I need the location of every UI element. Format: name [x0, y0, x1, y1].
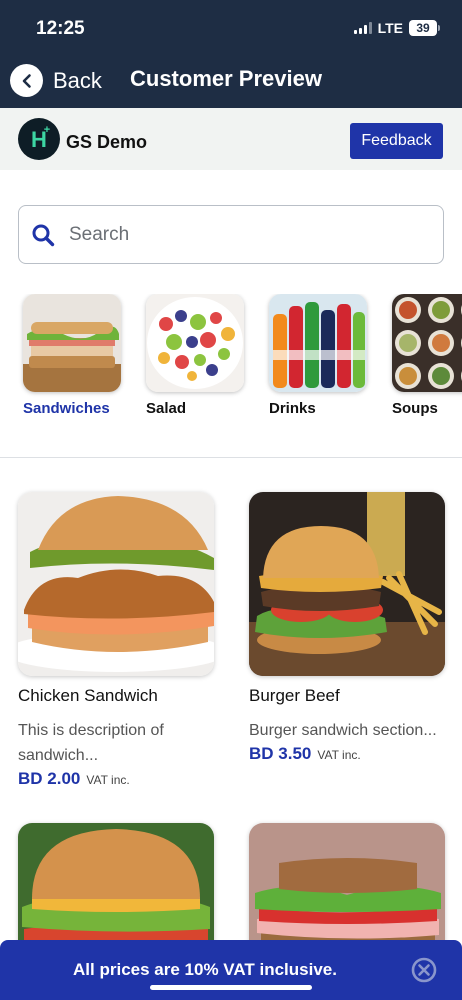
brand-logo-icon: H +	[18, 118, 60, 160]
sandwich-thumbnail	[23, 294, 121, 392]
chevron-left-icon	[10, 64, 43, 97]
search-box[interactable]	[18, 205, 444, 264]
signal-icon	[353, 22, 372, 34]
product-name: Chicken Sandwich	[18, 686, 158, 705]
drinks-thumbnail	[269, 294, 367, 392]
brand-name: GS Demo	[66, 132, 148, 152]
chicken-sandwich-photo	[18, 492, 214, 676]
category-sandwiches[interactable]: Sandwiches	[23, 294, 123, 417]
brand-bar: H + GS Demo Feedback	[0, 108, 462, 170]
page-title: Customer Preview	[130, 66, 322, 91]
product-card-chicken-sandwich[interactable]: Chicken Sandwich This is description of …	[18, 492, 214, 789]
category-label: Drinks	[269, 400, 316, 417]
category-soups[interactable]: Soups	[392, 294, 462, 417]
vat-banner: All prices are 10% VAT inclusive.	[0, 940, 462, 1000]
back-label: Back	[53, 67, 102, 93]
top-header: 12:25 LTE 39 Back Customer Preview	[0, 0, 462, 108]
category-label: Sandwiches	[23, 400, 110, 417]
network-label: LTE	[377, 20, 403, 36]
vat-banner-text: All prices are 10% VAT inclusive.	[73, 960, 337, 979]
battery-level: 39	[409, 20, 437, 36]
category-salad[interactable]: Salad	[146, 294, 246, 417]
svg-text:+: +	[44, 124, 50, 136]
close-icon[interactable]	[411, 957, 437, 983]
product-price: BD 3.50	[249, 744, 312, 763]
search-input[interactable]	[69, 223, 409, 246]
search-icon	[32, 224, 55, 246]
category-label: Soups	[392, 400, 438, 417]
category-strip[interactable]: Sandwiches Salad Drinks Soups	[0, 294, 462, 424]
product-price: BD 2.00	[18, 769, 81, 788]
feedback-button[interactable]: Feedback	[350, 123, 443, 159]
beef-burger-photo	[249, 492, 445, 676]
product-name: Burger Beef	[249, 686, 340, 705]
battery-icon: 39	[409, 20, 440, 36]
status-indicators: LTE 39	[353, 20, 440, 36]
status-time: 12:25	[36, 18, 85, 39]
product-price-row: BD 2.00 VAT inc.	[18, 769, 214, 789]
section-divider	[0, 457, 462, 458]
category-drinks[interactable]: Drinks	[269, 294, 369, 417]
category-label: Salad	[146, 400, 187, 417]
vat-note: VAT inc.	[86, 773, 130, 787]
back-button[interactable]: Back	[10, 64, 102, 97]
soups-thumbnail	[392, 294, 462, 392]
vat-note: VAT inc.	[317, 748, 361, 762]
salad-thumbnail	[146, 294, 244, 392]
product-card-burger-beef[interactable]: Burger Beef Burger sandwich section... B…	[249, 492, 445, 764]
product-price-row: BD 3.50 VAT inc.	[249, 744, 445, 764]
product-description: Burger sandwich section...	[249, 722, 437, 739]
home-indicator	[150, 985, 312, 990]
product-description: This is description of sandwich...	[18, 722, 164, 764]
